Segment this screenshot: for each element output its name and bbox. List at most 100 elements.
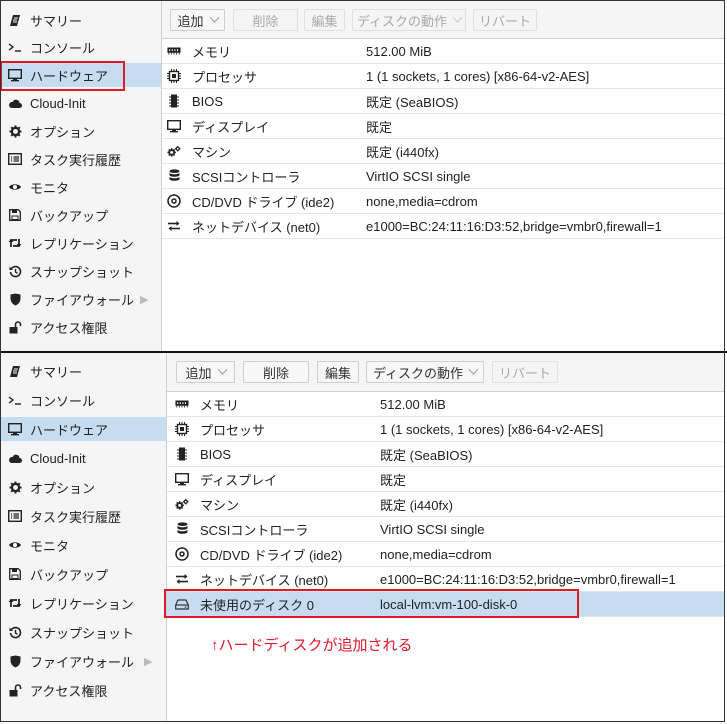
- table-row[interactable]: プロセッサ 1 (1 sockets, 1 cores) [x86-64-v2-…: [162, 64, 725, 89]
- nav-item-snapshot[interactable]: スナップショット: [0, 259, 161, 283]
- revert-button[interactable]: リバート: [473, 9, 537, 31]
- table-row[interactable]: メモリ 512.00 MiB: [162, 39, 725, 64]
- nav-label: Cloud-Init: [30, 450, 86, 466]
- nav-item-cloud-init[interactable]: Cloud-Init: [0, 446, 166, 470]
- row-name: マシン: [192, 144, 232, 160]
- floppy-icon: [8, 567, 22, 581]
- shield-icon: [8, 654, 22, 668]
- row-name: メモリ: [200, 397, 240, 413]
- nav-item-hardware[interactable]: ハードウェア: [0, 417, 166, 441]
- row-name: マシン: [200, 497, 240, 513]
- nav-item-console[interactable]: コンソール: [0, 388, 166, 412]
- panel-before: サマリー コンソール ハードウェア Cloud-Init オプション タスク実行…: [0, 0, 725, 351]
- toolbar: 追加 削除 編集 ディスクの動作 リバート: [167, 353, 725, 392]
- nav-item-monitor[interactable]: モニタ: [0, 175, 161, 199]
- nav-item-firewall[interactable]: ファイアウォール ▶: [0, 649, 166, 673]
- table-row[interactable]: ディスプレイ 既定: [162, 114, 725, 139]
- nav-item-backup[interactable]: バックアップ: [0, 203, 161, 227]
- highlight-box-hardware: [0, 61, 125, 91]
- nav-label: コンソール: [30, 393, 96, 409]
- nav-label: バックアップ: [30, 567, 109, 583]
- nav-item-summary[interactable]: サマリー: [0, 359, 166, 383]
- desktop-icon: [167, 119, 181, 133]
- remove-button[interactable]: 削除: [243, 361, 309, 383]
- nav-label: コンソール: [30, 40, 96, 56]
- add-button[interactable]: 追加: [170, 9, 225, 31]
- nav-item-permissions[interactable]: アクセス権限: [0, 678, 166, 702]
- microchip-icon: [175, 447, 189, 461]
- nav-item-replication[interactable]: レプリケーション: [0, 231, 161, 255]
- add-button[interactable]: 追加: [176, 361, 235, 383]
- chevron-down-icon: [209, 12, 219, 23]
- row-value: 既定 (SeaBIOS): [366, 94, 459, 110]
- eye-icon: [8, 180, 22, 194]
- nav-item-permissions[interactable]: アクセス権限: [0, 315, 161, 339]
- row-name: メモリ: [192, 44, 232, 60]
- nav-item-task-history[interactable]: タスク実行履歴: [0, 504, 166, 528]
- summary-icon: [8, 13, 22, 27]
- cogs-icon: [175, 497, 189, 511]
- shield-icon: [8, 292, 22, 306]
- row-name: BIOS: [200, 446, 232, 462]
- table-row[interactable]: ネットデバイス (net0) e1000=BC:24:11:16:D3:52,b…: [162, 214, 725, 239]
- row-value: 既定 (SeaBIOS): [380, 447, 473, 463]
- cloud-icon: [8, 451, 22, 465]
- table-row[interactable]: CD/DVD ドライブ (ide2) none,media=cdrom: [162, 189, 725, 214]
- nav-item-firewall[interactable]: ファイアウォール ▶: [0, 287, 161, 311]
- table-row[interactable]: CD/DVD ドライブ (ide2) none,media=cdrom: [167, 542, 725, 567]
- chevron-right-icon: ▶: [140, 293, 149, 306]
- nav-label: アクセス権限: [30, 683, 108, 699]
- table-row[interactable]: SCSIコントローラ VirtIO SCSI single: [167, 517, 725, 542]
- row-value: VirtIO SCSI single: [366, 168, 471, 184]
- hardware-panel: 追加 削除 編集 ディスクの動作 リバート メモリ 512.00 MiB プロセ…: [167, 353, 725, 722]
- nav-item-cloud-init[interactable]: Cloud-Init: [0, 91, 161, 115]
- panel-after: サマリー コンソール ハードウェア Cloud-Init オプション タスク実行…: [0, 353, 725, 722]
- revert-button[interactable]: リバート: [492, 361, 558, 383]
- nav-label: Cloud-Init: [30, 95, 86, 111]
- table-row[interactable]: マシン 既定 (i440fx): [167, 492, 725, 517]
- nav-label: ファイアウォール: [30, 654, 135, 670]
- disk-action-button[interactable]: ディスクの動作: [352, 9, 466, 31]
- monitor-icon: [8, 422, 22, 436]
- table-row[interactable]: BIOS 既定 (SeaBIOS): [167, 442, 725, 467]
- sidebar: サマリー コンソール ハードウェア Cloud-Init オプション タスク実行…: [0, 353, 167, 722]
- row-name: SCSIコントローラ: [200, 522, 309, 538]
- memory-icon: [175, 397, 189, 411]
- table-row[interactable]: SCSIコントローラ VirtIO SCSI single: [162, 164, 725, 189]
- toolbar: 追加 削除 編集 ディスクの動作 リバート: [162, 0, 725, 39]
- nav-item-backup[interactable]: バックアップ: [0, 562, 166, 586]
- nav-label: ハードウェア: [30, 422, 109, 438]
- nav-item-replication[interactable]: レプリケーション: [0, 591, 166, 615]
- nav-item-task-history[interactable]: タスク実行履歴: [0, 147, 161, 171]
- edit-button[interactable]: 編集: [317, 361, 359, 383]
- cpu-icon: [167, 69, 181, 83]
- table-row[interactable]: マシン 既定 (i440fx): [162, 139, 725, 164]
- edit-button[interactable]: 編集: [304, 9, 345, 31]
- nav-item-snapshot[interactable]: スナップショット: [0, 620, 166, 644]
- nav-label: スナップショット: [30, 264, 135, 280]
- nav-label: バックアップ: [30, 208, 109, 224]
- nav-item-console[interactable]: コンソール: [0, 35, 161, 59]
- hardware-panel: 追加 削除 編集 ディスクの動作 リバート メモリ 512.00 MiB プロセ…: [162, 0, 725, 351]
- nav-item-summary[interactable]: サマリー: [0, 8, 161, 32]
- exchange-icon: [167, 219, 181, 233]
- cogs-icon: [167, 144, 181, 158]
- row-value: 1 (1 sockets, 1 cores) [x86-64-v2-AES]: [366, 68, 590, 84]
- row-value: 既定 (i440fx): [366, 144, 439, 160]
- table-row[interactable]: メモリ 512.00 MiB: [167, 392, 725, 417]
- cdrom-icon: [175, 547, 189, 561]
- nav-label: アクセス権限: [30, 320, 108, 336]
- table-row[interactable]: ディスプレイ 既定: [167, 467, 725, 492]
- cloud-icon: [8, 96, 22, 110]
- nav-label: サマリー: [30, 364, 83, 380]
- exchange-icon: [175, 572, 189, 586]
- highlight-box-unused-disk: [164, 589, 579, 618]
- nav-item-options[interactable]: オプション: [0, 475, 166, 499]
- table-row[interactable]: プロセッサ 1 (1 sockets, 1 cores) [x86-64-v2-…: [167, 417, 725, 442]
- remove-button[interactable]: 削除: [233, 9, 298, 31]
- disk-action-button[interactable]: ディスクの動作: [366, 361, 484, 383]
- nav-item-options[interactable]: オプション: [0, 119, 161, 143]
- nav-item-monitor[interactable]: モニタ: [0, 533, 166, 557]
- chevron-down-icon: [452, 12, 463, 23]
- table-row[interactable]: BIOS 既定 (SeaBIOS): [162, 89, 725, 114]
